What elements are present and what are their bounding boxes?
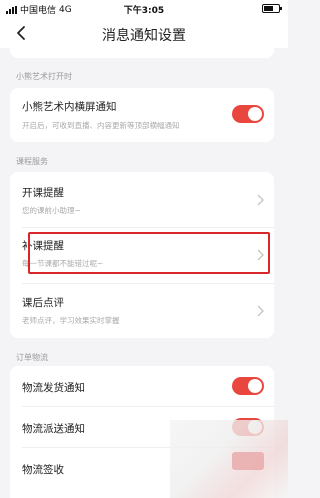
section-label-app-open: 小熊艺术打开时	[16, 72, 72, 81]
lock-screen-toggle[interactable]	[232, 105, 264, 123]
section-label-course-service: 课程服务	[16, 157, 48, 166]
shipping-toggle[interactable]	[232, 377, 264, 395]
class-start-subtitle: 您的课前小助理~	[22, 206, 81, 215]
after-class-subtitle: 老师点评，学习效果实时掌握	[22, 316, 120, 325]
shipping-title: 物流发货通知	[22, 382, 85, 394]
lock-screen-title: 小熊艺术内横屏通知	[22, 101, 117, 113]
nav-bar: 消息通知设置	[0, 18, 288, 48]
class-start-row[interactable]: 开课提醒 您的课前小助理~	[10, 172, 274, 227]
status-bar: 中国电信 4G 下午3:05	[0, 0, 288, 18]
after-class-title: 课后点评	[22, 297, 64, 309]
lock-screen-subtitle: 开启后，可收到直播、内容更新等顶部横幅通知	[22, 121, 180, 130]
watermark-blur	[170, 420, 288, 498]
lock-screen-card: 小熊艺术内横屏通知 开启后，可收到直播、内容更新等顶部横幅通知	[10, 88, 274, 142]
shipping-row: 物流发货通知	[10, 366, 274, 406]
signed-toggle-blurred[interactable]	[232, 452, 264, 470]
after-class-row[interactable]: 课后点评 老师点评，学习效果实时掌握	[10, 284, 274, 338]
signed-title: 物流签收	[22, 464, 64, 476]
chevron-right-icon	[257, 305, 264, 317]
battery-icon	[262, 4, 282, 13]
toggle-knob	[248, 107, 262, 121]
chevron-right-icon	[257, 194, 264, 206]
toggle-knob	[248, 379, 262, 393]
delivery-title: 物流派送通知	[22, 423, 85, 435]
section-label-order-logistics: 订单物流	[16, 353, 48, 362]
page-title: 消息通知设置	[102, 28, 186, 44]
status-time: 下午3:05	[123, 6, 165, 16]
previous-card	[10, 48, 274, 58]
class-start-title: 开课提醒	[22, 187, 64, 199]
highlight-box	[28, 232, 270, 274]
lock-screen-row: 小熊艺术内横屏通知 开启后，可收到直播、内容更新等顶部横幅通知	[10, 88, 274, 142]
